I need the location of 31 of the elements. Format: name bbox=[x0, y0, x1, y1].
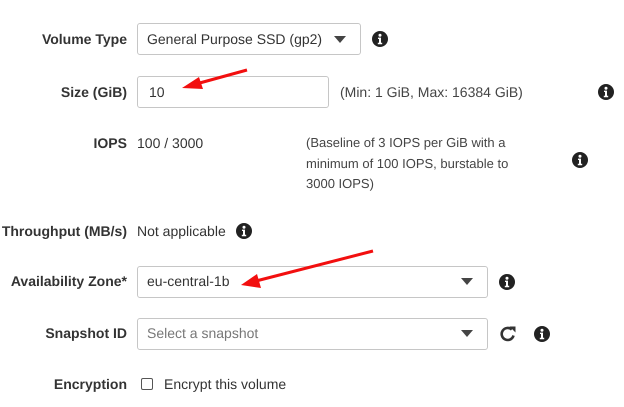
checkbox-label: Encrypt this volume bbox=[164, 374, 286, 394]
info-icon[interactable] bbox=[572, 152, 588, 168]
refresh-icon[interactable] bbox=[499, 324, 517, 342]
field-label: Availability Zone* bbox=[10, 272, 127, 291]
caret-icon bbox=[461, 278, 473, 285]
hint-text: (Baseline of 3 IOPS per GiB with a minimum of 100 IOPS, burstable to 3000 IOPS) bbox=[306, 134, 510, 193]
caret-icon bbox=[334, 36, 346, 42]
info-icon[interactable] bbox=[534, 326, 550, 342]
field-label: Encryption bbox=[54, 374, 127, 394]
field-label: Size (GiB) bbox=[60, 82, 127, 102]
select-field[interactable]: Select a snapshot bbox=[137, 318, 488, 350]
info-icon[interactable] bbox=[236, 223, 252, 239]
select-field[interactable]: eu-central-1b bbox=[137, 266, 488, 298]
select-field[interactable]: General Purpose SSD (gp2) bbox=[137, 23, 361, 55]
info-icon[interactable] bbox=[598, 84, 614, 100]
select-value: eu-central-1b bbox=[147, 272, 230, 291]
checkbox[interactable] bbox=[141, 378, 153, 390]
arrow-drawing bbox=[182, 68, 248, 89]
info-icon[interactable] bbox=[499, 274, 515, 290]
info-icon[interactable] bbox=[372, 31, 388, 47]
field-label: IOPS bbox=[94, 134, 127, 153]
input-field[interactable]: 10 bbox=[137, 76, 329, 108]
select-placeholder: Select a snapshot bbox=[147, 324, 258, 343]
caret-icon bbox=[461, 330, 473, 337]
select-value: General Purpose SSD (gp2) bbox=[147, 30, 322, 49]
field-value: 100 / 3000 bbox=[137, 134, 204, 153]
field-value: Not applicable bbox=[137, 222, 226, 241]
hint-text: (Min: 1 GiB, Max: 16384 GiB) bbox=[340, 82, 523, 102]
field-label: Volume Type bbox=[42, 30, 127, 49]
field-label: Throughput (MB/s) bbox=[2, 222, 127, 241]
field-label: Snapshot ID bbox=[45, 324, 127, 343]
